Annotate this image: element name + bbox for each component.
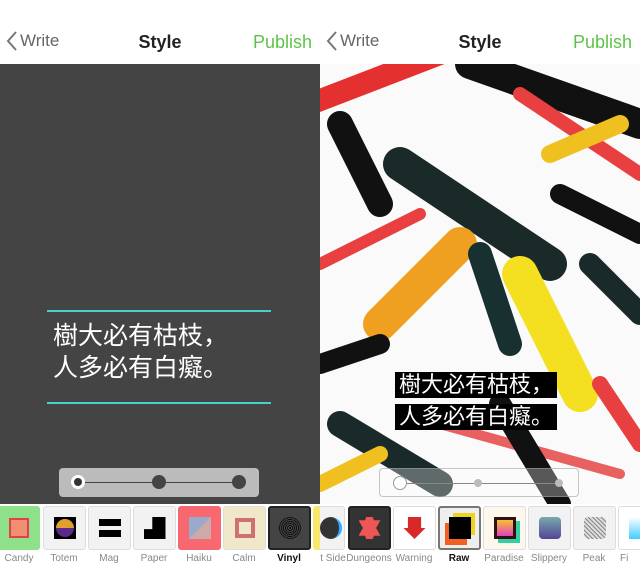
circle-icon [320, 517, 342, 539]
fi-icon [628, 517, 640, 539]
slider-knob[interactable] [474, 479, 482, 487]
nav-bar: Write Style Publish [320, 0, 640, 64]
slider-knob-selected[interactable] [71, 475, 85, 489]
paint-background-image [320, 64, 640, 504]
publish-button[interactable]: Publish [253, 32, 312, 53]
slider-knob[interactable] [152, 475, 166, 489]
style-haiku[interactable] [178, 506, 221, 550]
paradise-icon [493, 517, 516, 539]
style-candy[interactable] [0, 506, 40, 550]
size-slider[interactable] [59, 468, 259, 497]
arrow-down-icon [403, 517, 426, 539]
style-label: Vinyl [277, 553, 301, 564]
quote-line: 人多必有白癡。 [53, 354, 229, 382]
raw-icon [448, 517, 471, 539]
quote-text: 樹大必有枯枝， 人多必有白癡。 [395, 368, 558, 432]
style-picker[interactable]: Candy Totem Mag Paper Haiku Calm Vinyl [0, 504, 320, 568]
quote-line: 樹大必有枯枝， [53, 322, 229, 350]
vinyl-icon [278, 517, 301, 539]
style-dungeons[interactable] [348, 506, 391, 550]
quote-text: 樹大必有枯枝， 人多必有白癡。 [47, 310, 271, 404]
paper-icon [143, 517, 166, 539]
mag-icon [98, 519, 121, 537]
publish-button[interactable]: Publish [573, 32, 632, 53]
peak-icon [583, 517, 606, 539]
style-totem[interactable] [43, 506, 86, 550]
style-paradise[interactable] [483, 506, 526, 550]
style-vinyl[interactable] [268, 506, 311, 550]
style-flip-side[interactable] [320, 506, 345, 550]
style-paper[interactable] [133, 506, 176, 550]
size-slider[interactable] [379, 468, 579, 497]
calm-icon [234, 518, 255, 538]
style-screen-vinyl: Write Style Publish 樹大必有枯枝， 人多必有白癡。 Cand… [0, 0, 320, 568]
preview-canvas [0, 64, 320, 504]
quote-line: 人多必有白癡。 [395, 404, 558, 430]
slider-knob[interactable] [232, 475, 246, 489]
style-label: Peak [582, 553, 606, 564]
style-slippery[interactable] [528, 506, 571, 550]
style-mag[interactable] [88, 506, 131, 550]
nav-bar: Write Style Publish [0, 0, 320, 64]
style-warning[interactable] [393, 506, 436, 550]
haiku-icon [188, 517, 211, 539]
quote-line: 樹大必有枯枝， [395, 372, 558, 398]
candy-icon [8, 518, 29, 538]
style-picker[interactable]: t Side Dungeons Warning Raw Paradise Sli… [320, 504, 640, 568]
dungeons-icon [358, 517, 381, 539]
style-next[interactable] [313, 506, 320, 550]
style-fi[interactable] [618, 506, 640, 550]
style-raw[interactable] [438, 506, 481, 550]
slider-knob[interactable] [555, 479, 563, 487]
slippery-icon [538, 517, 561, 539]
style-screen-raw: Write Style Publish 樹大必有枯枝， 人多必有白癡。 t Si… [320, 0, 640, 568]
totem-icon [53, 517, 76, 539]
style-peak[interactable] [573, 506, 616, 550]
style-calm[interactable] [223, 506, 266, 550]
style-label: Fi [620, 553, 629, 564]
slider-knob-selected[interactable] [393, 476, 407, 490]
